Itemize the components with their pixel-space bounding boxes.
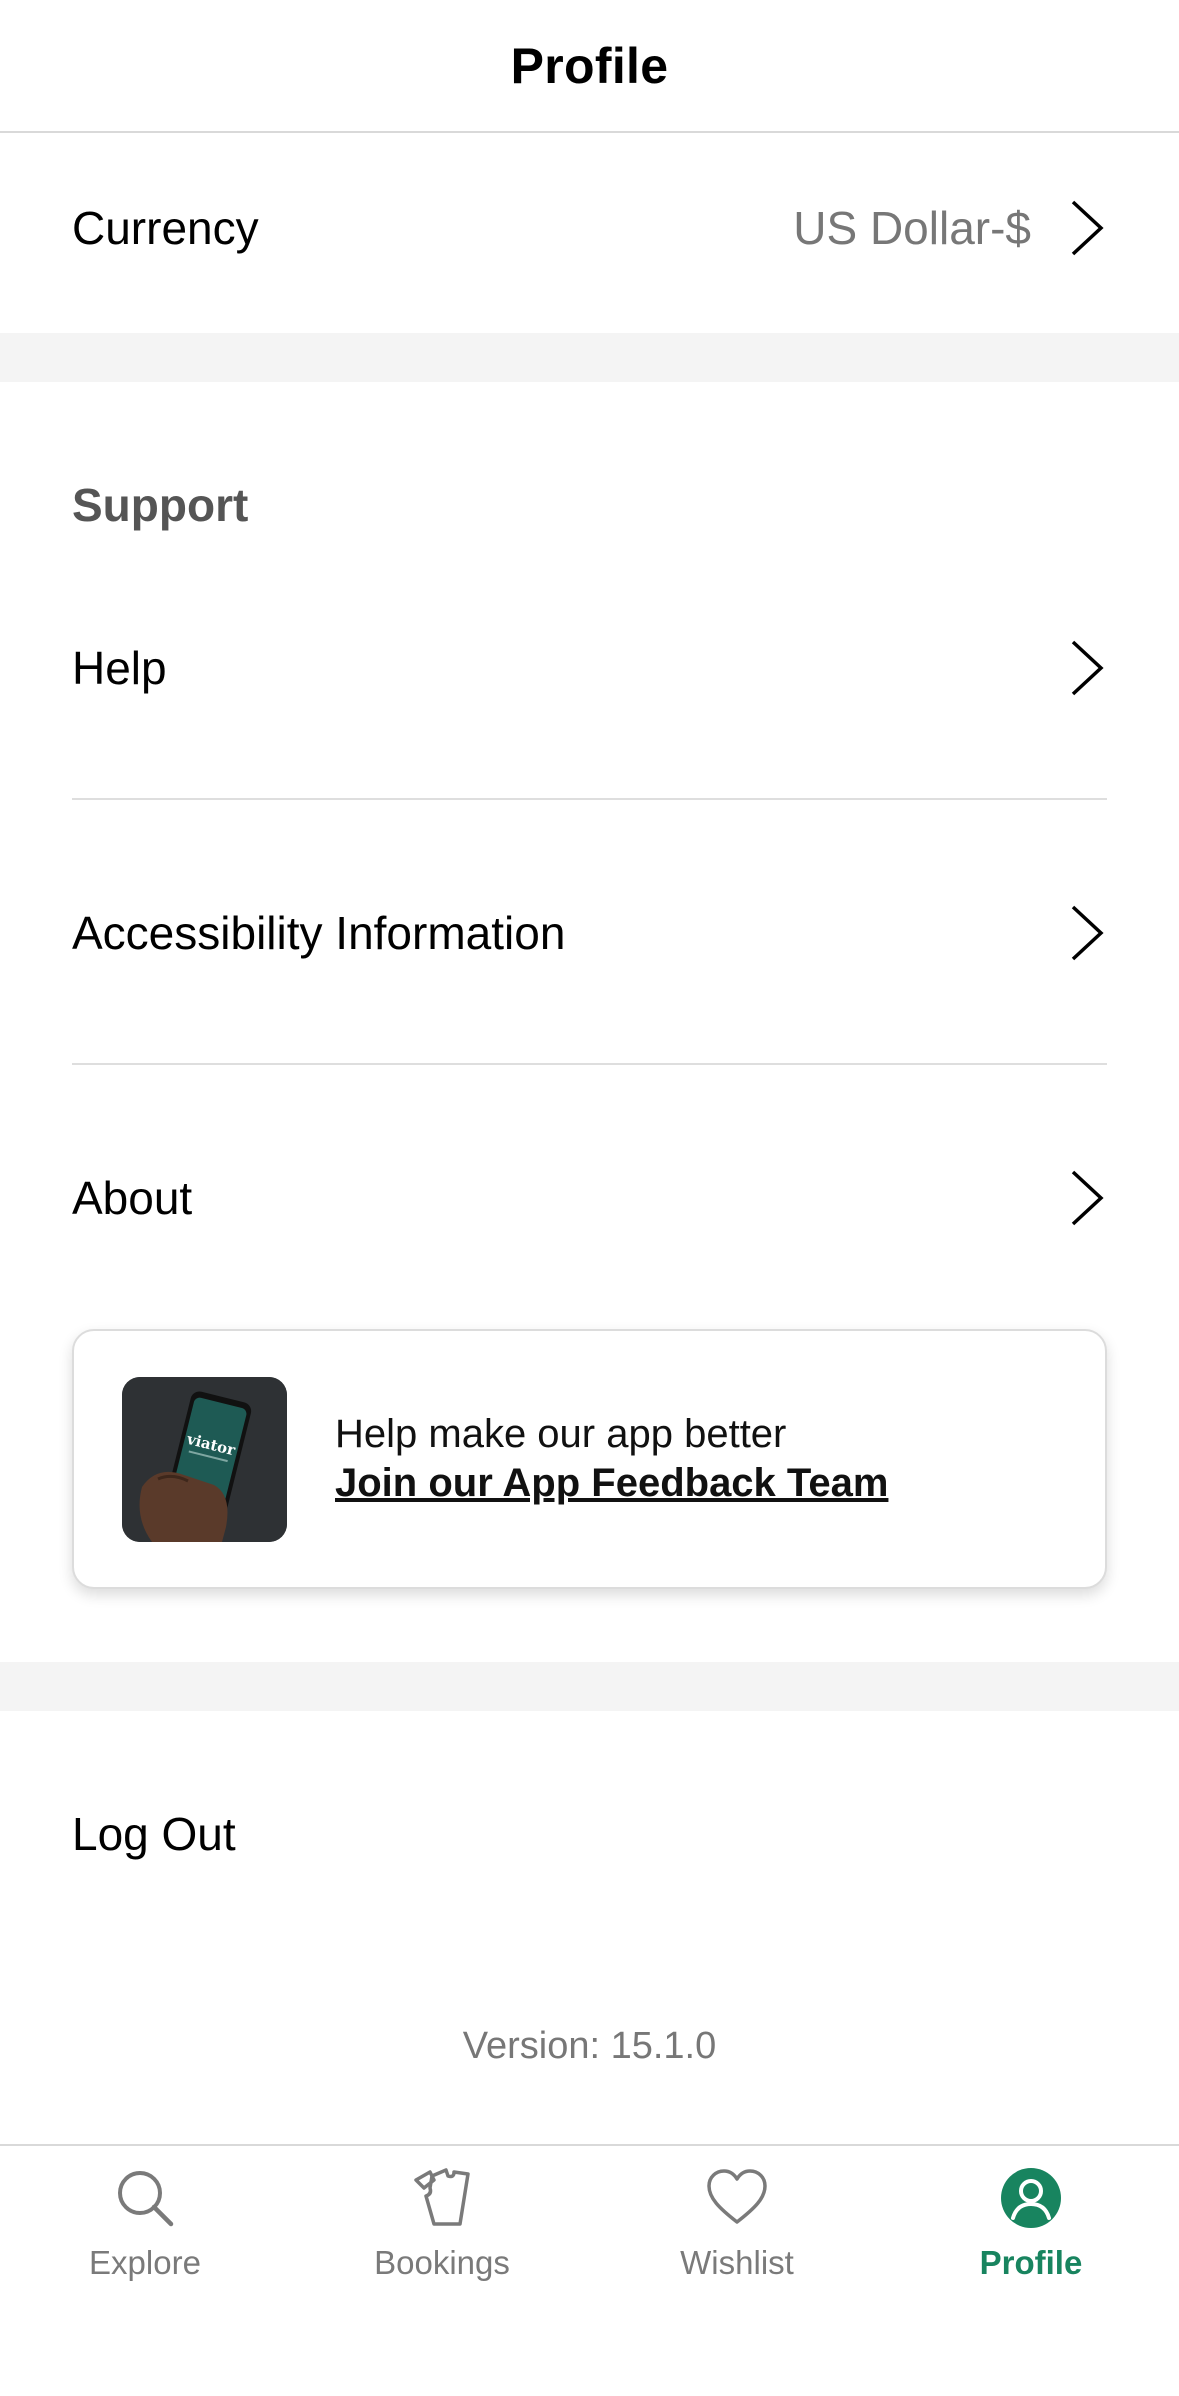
tab-wishlist[interactable]: Wishlist	[627, 2166, 847, 2282]
tab-label: Explore	[89, 2244, 201, 2281]
feedback-phone-image: viator	[122, 1376, 287, 1542]
join-feedback-team-link[interactable]: Join our App Feedback Team	[335, 1461, 888, 1506]
divider	[72, 798, 1107, 800]
currency-label: Currency	[72, 202, 259, 254]
tab-label: Bookings	[374, 2244, 510, 2281]
currency-value: US Dollar-$	[793, 202, 1031, 254]
currency-value-group: US Dollar-$	[793, 198, 1107, 258]
profile-screen: Profile Currency US Dollar-$ Support Hel…	[0, 0, 1179, 2396]
accessibility-row[interactable]: Accessibility Information	[72, 883, 1107, 983]
about-row[interactable]: About	[72, 1148, 1107, 1248]
feedback-text: Help make our app better Join our App Fe…	[335, 1412, 888, 1506]
section-separator	[0, 333, 1179, 382]
phone-in-hand-illustration: viator	[122, 1376, 287, 1542]
app-version: Version: 15.1.0	[462, 2025, 717, 2067]
tab-label: Wishlist	[680, 2244, 794, 2281]
chevron-right-icon	[1071, 1170, 1104, 1226]
page-title: Profile	[510, 37, 669, 94]
chevron-right-icon	[1071, 905, 1104, 961]
feedback-card[interactable]: viator Help make our app better Join our…	[72, 1329, 1107, 1589]
tab-bookings[interactable]: Bookings	[332, 2166, 552, 2282]
currency-row[interactable]: Currency US Dollar-$	[72, 178, 1107, 278]
tickets-icon	[414, 2168, 470, 2226]
help-row[interactable]: Help	[72, 618, 1107, 718]
divider	[72, 1063, 1107, 1065]
support-section-title: Support	[72, 479, 249, 531]
top-bar: Profile	[0, 0, 1179, 133]
about-label: About	[72, 1172, 193, 1224]
chevron-right-icon	[1071, 200, 1104, 256]
accessibility-label: Accessibility Information	[72, 907, 566, 959]
person-icon	[1001, 2168, 1061, 2228]
heart-icon	[707, 2169, 767, 2224]
feedback-prompt: Help make our app better	[335, 1412, 787, 1456]
help-label: Help	[72, 642, 167, 694]
logout-button[interactable]: Log Out	[72, 1807, 236, 1861]
section-separator	[0, 1662, 1179, 1711]
tab-profile[interactable]: Profile	[921, 2166, 1141, 2282]
bottom-tab-bar: Explore Bookings Wishlist Profile	[0, 2144, 1179, 2396]
search-icon	[118, 2171, 174, 2227]
tab-label: Profile	[979, 2244, 1083, 2281]
tab-explore[interactable]: Explore	[35, 2166, 255, 2282]
chevron-right-icon	[1071, 640, 1104, 696]
